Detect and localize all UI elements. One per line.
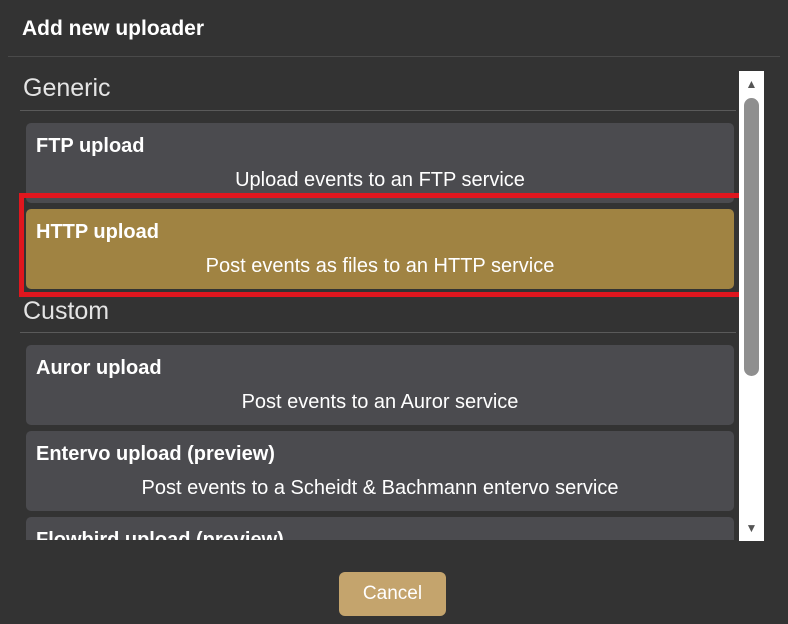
uploader-option-ftp[interactable]: FTP upload Upload events to an FTP servi… <box>26 123 734 203</box>
add-uploader-dialog: Add new uploader Generic FTP upload Uplo… <box>0 0 788 624</box>
section-header-generic: Generic <box>23 74 111 102</box>
uploader-option-auror[interactable]: Auror upload Post events to an Auror ser… <box>26 345 734 425</box>
uploader-title: Entervo upload (preview) <box>36 443 275 465</box>
triangle-up-icon: ▲ <box>745 77 758 91</box>
uploader-description: Post events to a Scheidt & Bachmann ente… <box>141 477 619 499</box>
uploader-option-flowbird[interactable]: Flowbird upload (preview) <box>26 517 734 540</box>
uploader-option-entervo[interactable]: Entervo upload (preview) Post events to … <box>26 431 734 511</box>
uploader-description: Post events as files to an HTTP service <box>205 255 555 277</box>
scroll-thumb[interactable] <box>744 98 759 376</box>
scroll-up-button[interactable]: ▲ <box>739 73 764 95</box>
scroll-down-button[interactable]: ▼ <box>739 517 764 539</box>
cancel-button[interactable]: Cancel <box>339 572 446 616</box>
uploader-title: Auror upload <box>36 357 162 379</box>
section-divider-generic <box>20 110 736 111</box>
triangle-down-icon: ▼ <box>745 521 758 535</box>
uploader-description: Post events to an Auror service <box>241 391 519 413</box>
uploader-title: HTTP upload <box>36 221 159 243</box>
uploader-title: Flowbird upload (preview) <box>36 529 284 540</box>
uploader-list[interactable]: Generic FTP upload Upload events to an F… <box>16 70 736 540</box>
dialog-title: Add new uploader <box>22 17 205 40</box>
scroll-track[interactable] <box>739 95 764 517</box>
section-header-custom: Custom <box>23 297 110 325</box>
list-scrollbar[interactable]: ▲ ▼ <box>739 71 764 541</box>
uploader-option-http[interactable]: HTTP upload Post events as files to an H… <box>26 209 734 289</box>
title-divider <box>8 56 780 57</box>
uploader-title: FTP upload <box>36 135 145 157</box>
uploader-description: Upload events to an FTP service <box>235 169 525 191</box>
section-divider-custom <box>20 332 736 333</box>
